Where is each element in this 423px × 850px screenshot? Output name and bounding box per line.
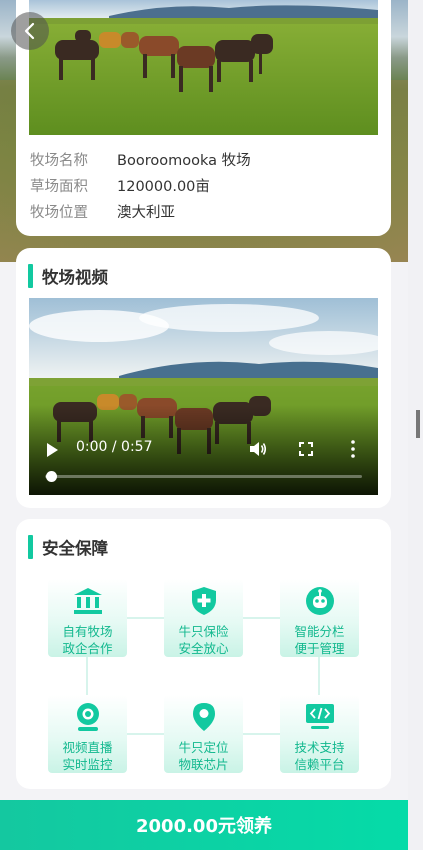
webcam-icon [72,701,104,732]
more-options-icon[interactable] [351,440,355,458]
feature-smart-pens: 智能分栏 便于管理 [280,579,359,657]
feature-label-line2: 物联芯片 [178,757,229,772]
title-accent-bar [28,535,33,559]
connector-line [318,657,320,695]
shield-plus-icon [188,585,220,616]
connector-line [127,617,164,619]
feature-label-line1: 视频直播 [62,740,113,755]
feature-label-line2: 信赖平台 [294,757,345,772]
adopt-button[interactable]: 2000.00元领养 [0,800,408,850]
feature-label-line1: 牛只定位 [178,740,229,755]
feature-insurance: 牛只保险 安全放心 [164,579,243,657]
connector-line [127,733,164,735]
section-title: 安全保障 [28,535,108,559]
adopt-button-label: 2000.00元领养 [136,816,272,837]
info-key: 牧场位置 [30,205,88,221]
section-title: 牧场视频 [28,264,108,288]
video-progress-bar[interactable] [45,475,362,478]
title-accent-bar [28,264,33,288]
connector-line [243,733,280,735]
info-row-location: 牧场位置 澳大利亚 [30,201,175,222]
feature-label-line2: 政企合作 [62,641,113,656]
feature-label-line2: 实时监控 [62,757,113,772]
back-button[interactable] [11,12,49,50]
ranch-info-card: 牧场名称 Booroomooka 牧场 草场面积 120000.00亩 牧场位置… [16,0,391,236]
info-key: 牧场名称 [30,153,88,169]
feature-label-line2: 便于管理 [294,641,345,656]
ranch-photo [29,0,378,135]
video-player[interactable]: 0:00 / 0:57 [29,298,378,495]
feature-tech-support: 技术支持 信赖平台 [280,695,359,773]
video-controls: 0:00 / 0:57 [29,425,378,495]
info-row-name: 牧场名称 Booroomooka 牧场 [30,149,251,170]
scrollbar-thumb[interactable] [416,410,420,438]
robot-icon [304,585,336,616]
connector-line [243,617,280,619]
info-value: Booroomooka 牧场 [117,153,251,169]
ranch-video-card: 牧场视频 0:00 / 0:57 [16,248,391,508]
feature-label-line1: 智能分栏 [294,624,345,639]
section-title-text: 牧场视频 [42,268,108,287]
connector-line [86,657,88,695]
scrollbar[interactable] [408,0,423,850]
safety-card: 安全保障 自有牧场 政企合作 牛只保险 安全放心 智能分栏 便于管理 视频直播 … [16,519,391,789]
info-value: 120000.00亩 [117,179,210,195]
feature-label-line1: 技术支持 [294,740,345,755]
volume-icon[interactable] [249,441,267,457]
info-value: 澳大利亚 [117,205,175,221]
feature-positioning: 牛只定位 物联芯片 [164,695,243,773]
info-key: 草场面积 [30,179,88,195]
feature-label-line2: 安全放心 [178,641,229,656]
code-monitor-icon [304,701,336,732]
fullscreen-icon[interactable] [299,442,313,456]
feature-live-video: 视频直播 实时监控 [48,695,127,773]
info-row-area: 草场面积 120000.00亩 [30,175,210,196]
chevron-left-icon [24,22,35,40]
feature-label-line1: 牛只保险 [178,624,229,639]
play-icon[interactable] [47,443,58,457]
feature-label-line1: 自有牧场 [62,624,113,639]
video-time: 0:00 / 0:57 [76,439,153,455]
feature-own-ranch: 自有牧场 政企合作 [48,579,127,657]
bank-icon [72,585,104,616]
location-pin-icon [188,701,220,732]
section-title-text: 安全保障 [42,539,108,558]
video-progress-knob[interactable] [46,471,57,482]
